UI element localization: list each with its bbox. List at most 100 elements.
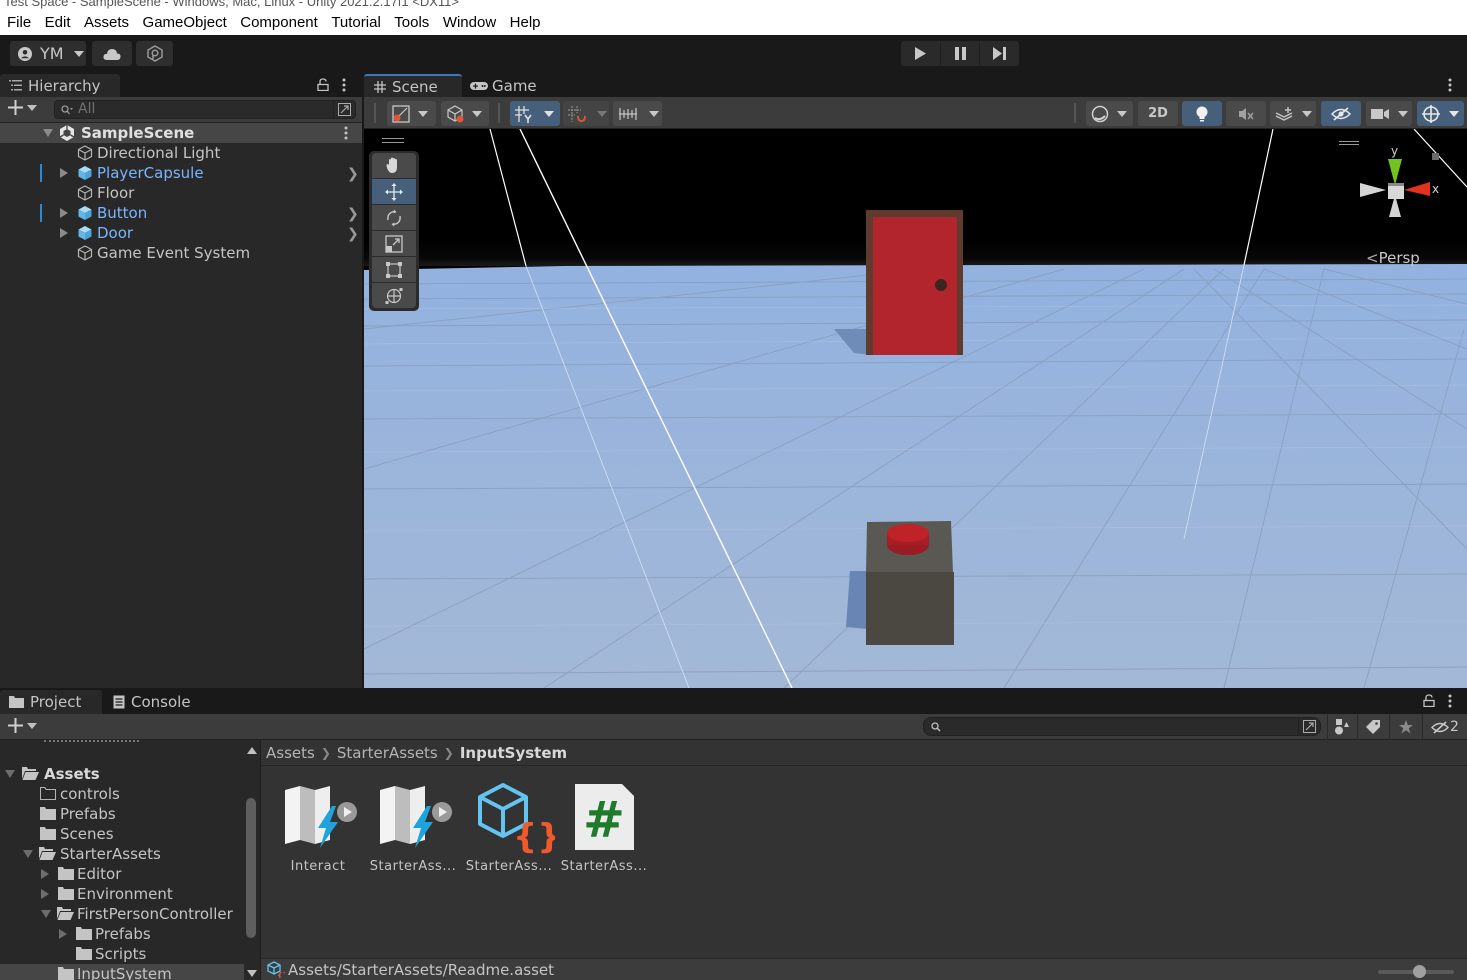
tool-handle-position-dropdown[interactable]	[387, 101, 436, 126]
tab-console[interactable]: Console	[113, 690, 191, 714]
tree-item-starterassets[interactable]: StarterAssets	[0, 844, 244, 864]
hierarchy-search-input[interactable]: All	[54, 100, 356, 119]
asset-item-interact[interactable]: Interact	[272, 782, 364, 874]
expand-arrow-icon[interactable]	[59, 929, 67, 939]
effects-dropdown[interactable]	[1270, 101, 1316, 126]
collab-button[interactable]	[136, 41, 173, 66]
projection-toggle[interactable]: <Persp	[1366, 249, 1420, 267]
toggle-2d-button[interactable]: 2D	[1138, 101, 1178, 126]
rotate-tool-button[interactable]	[372, 205, 416, 230]
tree-item-scenes[interactable]: Scenes	[0, 824, 244, 844]
menu-help[interactable]: Help	[510, 14, 541, 31]
tab-hierarchy[interactable]: Hierarchy	[0, 74, 120, 97]
create-dropdown[interactable]	[8, 100, 37, 115]
breadcrumb-starterassets[interactable]: StarterAssets	[337, 744, 438, 762]
menu-edit[interactable]: Edit	[45, 14, 71, 31]
tree-item-editor[interactable]: Editor	[0, 864, 244, 884]
hierarchy-item-game-event-system[interactable]: Game Event System	[0, 243, 362, 263]
draw-mode-dropdown[interactable]	[1086, 101, 1133, 126]
kebab-menu-icon[interactable]	[1448, 694, 1452, 708]
asset-item-starterassets-inputactions[interactable]: StarterAss...	[367, 782, 459, 874]
toggle-lighting-button[interactable]	[1182, 101, 1222, 126]
hidden-packages-toggle[interactable]: 2	[1422, 714, 1467, 740]
menu-component[interactable]: Component	[240, 14, 318, 31]
lock-icon[interactable]	[1423, 694, 1435, 707]
scene-viewport[interactable]: y x <Persp	[364, 129, 1467, 688]
hierarchy-item-button[interactable]: Button ❯	[0, 203, 362, 223]
chevron-right-icon[interactable]: ❯	[347, 166, 359, 182]
search-popout-button[interactable]	[1298, 718, 1320, 735]
scroll-down-icon[interactable]	[247, 970, 257, 977]
hierarchy-item-floor[interactable]: Floor	[0, 183, 362, 203]
tab-scene[interactable]: Scene	[364, 74, 462, 97]
lock-icon[interactable]	[317, 78, 329, 91]
toggle-audio-button[interactable]	[1226, 101, 1266, 126]
menu-tools[interactable]: Tools	[394, 14, 429, 31]
expand-arrow-icon[interactable]	[5, 770, 15, 778]
tree-item-controls[interactable]: controls	[0, 784, 244, 804]
tool-handle-rotation-dropdown[interactable]	[441, 101, 489, 126]
tab-game[interactable]: Game	[470, 74, 537, 97]
tree-item-scripts[interactable]: Scripts	[0, 944, 244, 964]
breadcrumb-assets[interactable]: Assets	[266, 744, 315, 762]
tree-item-inputsystem[interactable]: InputSystem	[0, 964, 244, 980]
snap-grid-dropdown[interactable]	[563, 101, 609, 126]
scene-visibility-button[interactable]	[1321, 101, 1361, 126]
expand-arrow-icon[interactable]	[60, 208, 68, 218]
overlay-grip[interactable]	[382, 138, 404, 143]
camera-settings-dropdown[interactable]	[1366, 101, 1412, 126]
tree-item-environment[interactable]: Environment	[0, 884, 244, 904]
account-dropdown[interactable]: YM	[10, 41, 86, 66]
tree-item-prefabs[interactable]: Prefabs	[0, 804, 244, 824]
gizmo-grip[interactable]	[1339, 141, 1359, 145]
filter-by-type-button[interactable]	[1327, 714, 1356, 740]
menu-tutorial[interactable]: Tutorial	[331, 14, 380, 31]
search-popout-button[interactable]	[333, 101, 355, 118]
scale-tool-button[interactable]	[372, 231, 416, 256]
scroll-up-icon[interactable]	[247, 747, 257, 754]
menu-window[interactable]: Window	[443, 14, 496, 31]
pause-button[interactable]	[941, 41, 981, 66]
kebab-menu-icon[interactable]	[344, 126, 348, 140]
chevron-right-icon[interactable]: ❯	[347, 206, 359, 222]
chevron-right-icon[interactable]: ❯	[347, 226, 359, 242]
asset-item-starterassets-script[interactable]: # StarterAss...	[558, 782, 650, 874]
asset-item-starterassets-scriptableobject[interactable]: {} StarterAss...	[463, 782, 561, 874]
expand-arrow-icon[interactable]	[41, 869, 49, 879]
create-dropdown[interactable]	[8, 718, 37, 733]
tree-item-assets[interactable]: Assets	[0, 764, 244, 784]
hierarchy-item-playercapsule[interactable]: PlayerCapsule ❯	[0, 163, 362, 183]
transform-tool-button[interactable]	[372, 283, 416, 308]
breadcrumb-inputsystem[interactable]: InputSystem	[460, 744, 567, 762]
increment-snap-dropdown[interactable]	[613, 101, 662, 126]
scene-header-row[interactable]: SampleScene	[0, 123, 362, 143]
expand-arrow-icon[interactable]	[23, 850, 33, 858]
expand-arrow-icon[interactable]	[60, 168, 68, 178]
expand-arrow-icon[interactable]	[41, 910, 51, 918]
tab-project[interactable]: Project	[0, 690, 102, 714]
hand-tool-button[interactable]	[372, 153, 416, 178]
filter-by-label-button[interactable]	[1357, 714, 1388, 740]
orientation-gizmo[interactable]: y x	[1358, 145, 1442, 229]
tree-item-fpc-prefabs[interactable]: Prefabs	[0, 924, 244, 944]
gizmos-dropdown[interactable]	[1417, 101, 1464, 126]
kebab-menu-icon[interactable]	[1448, 78, 1452, 92]
hierarchy-item-door[interactable]: Door ❯	[0, 223, 362, 243]
kebab-menu-icon[interactable]	[342, 78, 346, 92]
step-button[interactable]	[980, 41, 1019, 66]
expand-arrow-icon[interactable]	[41, 889, 49, 899]
grid-visibility-dropdown[interactable]	[510, 101, 560, 126]
scrollbar-thumb[interactable]	[246, 798, 256, 938]
rect-tool-button[interactable]	[372, 257, 416, 282]
expand-arrow-icon[interactable]	[43, 129, 53, 137]
tree-scrollbar[interactable]	[244, 740, 260, 980]
menu-gameobject[interactable]: GameObject	[143, 14, 227, 31]
hierarchy-item-directional-light[interactable]: Directional Light	[0, 143, 362, 163]
slider-knob[interactable]	[1413, 965, 1427, 978]
play-button[interactable]	[901, 41, 941, 66]
favorites-button[interactable]	[1389, 714, 1421, 740]
icon-size-slider[interactable]	[1378, 965, 1454, 978]
expand-arrow-icon[interactable]	[60, 228, 68, 238]
cloud-button[interactable]	[92, 41, 132, 66]
project-search-input[interactable]	[923, 717, 1321, 736]
